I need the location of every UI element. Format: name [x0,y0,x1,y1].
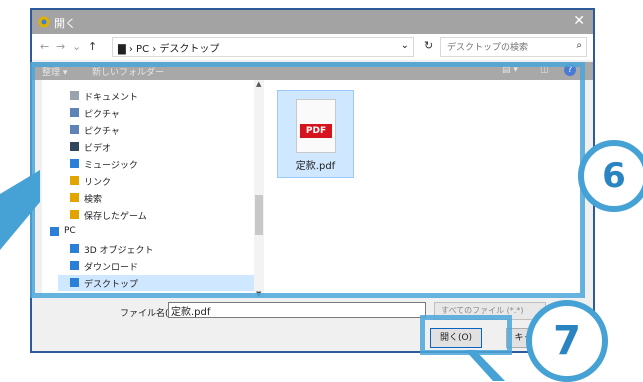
highlight-open-button [420,315,512,355]
filename-value: 定款.pdf [171,307,211,318]
highlight-file-area [30,62,585,298]
step-badge-7: 7 [526,300,608,382]
recent-locations-icon[interactable]: ⌄ [72,40,81,53]
search-icon[interactable]: ⌕ [576,40,582,51]
filename-field[interactable]: 定款.pdf [168,302,426,318]
back-arrow-icon[interactable]: ← [40,40,49,53]
search-box[interactable]: ⌕ [440,37,587,57]
step-badge-6: 6 [578,140,643,212]
breadcrumb[interactable]: ▇ › PC › デスクトップ ⌄ [112,37,414,57]
title-bar: 開く ✕ [32,10,593,34]
refresh-icon[interactable]: ↻ [424,39,433,52]
chevron-down-icon[interactable]: ⌄ [401,40,409,51]
forward-arrow-icon[interactable]: → [56,40,65,53]
breadcrumb-path: ▇ › PC › デスクトップ [118,44,220,55]
window-title: 開く [54,17,76,30]
search-input[interactable] [445,39,569,55]
close-icon[interactable]: ✕ [573,13,585,29]
up-arrow-icon[interactable]: ↑ [88,40,97,53]
address-bar: ← → ⌄ ↑ ▇ › PC › デスクトップ ⌄ ↻ ⌕ [32,34,593,60]
chrome-app-icon [38,16,50,28]
